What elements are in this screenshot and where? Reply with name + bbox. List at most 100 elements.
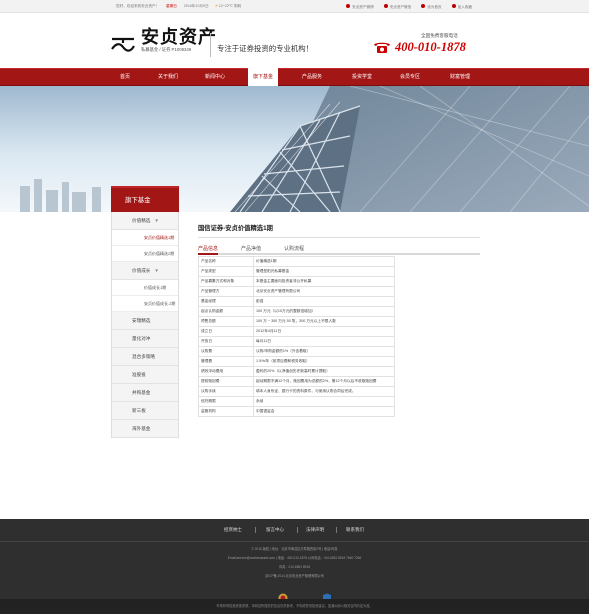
footer-link-legal[interactable]: 法律声明 [300, 523, 330, 537]
table-row: 绩效浮动费用 盈利的20%（以净值创历史新高时累计提取） [198, 366, 395, 377]
phone-icon [374, 42, 390, 53]
table-cell-value: 100 万元（以10万元的整数倍增加） [253, 306, 395, 317]
weekday-text: 星期日 [166, 4, 177, 8]
sidebar-item-multi-strategy[interactable]: 混合多策略 [112, 348, 178, 366]
table-cell-key: 预售总额 [198, 316, 254, 327]
set-homepage-link[interactable]: 设为首页 [421, 4, 442, 9]
table-cell-key: 绩效浮动费用 [198, 366, 254, 377]
disclaimer: 市场有风险投资需谨慎，本网站所提供的信息仅供参考，不构成任何投资建议，如遇纠纷以… [0, 599, 589, 614]
table-cell-key: 产品类型 [198, 266, 254, 277]
product-tabs: 产品信息 产品净值 认购流程 [198, 244, 480, 255]
table-row: 产品名称 价值精选1期 [198, 256, 395, 267]
footer-separator [336, 527, 337, 533]
table-row: 认购手续 填本人身份证、银行卡的资料原件，与使用认购合同后完成。 [198, 386, 395, 397]
table-cell-value: 起动期限不满12个月，赎回费用为总额的2%，第12个月以后不收取赎回费 [253, 376, 395, 387]
sidebar-item-neeq[interactable]: 新三板 [112, 402, 178, 420]
nav-funds[interactable]: 旗下基金 [248, 68, 278, 87]
wechat-link[interactable]: 安贞资产微信 [383, 4, 411, 9]
banner-image [0, 86, 589, 212]
table-cell-key: 管理费 [198, 356, 254, 367]
tab-product-nav[interactable]: 产品净值 [241, 244, 261, 255]
weibo-link[interactable]: 安贞资产微博 [346, 4, 374, 9]
footer-info: © 2016 版权 | 地址：北京市海淀区万寿路西街2号 | 电话/传真 Ema… [0, 541, 589, 581]
table-cell-key: 产品管理方 [198, 286, 254, 297]
chevron-down-icon: ▼ [154, 218, 159, 223]
table-cell-key: 信托期限 [198, 396, 254, 407]
page-title: 国信证券-安贞价值精选1期 [198, 223, 480, 238]
sidebar-title: 旗下基金 [111, 186, 179, 212]
architecture-illustration [0, 86, 589, 212]
table-cell-value: 本基金主要面向投资者非公开私募 [253, 276, 395, 287]
logo-subtitle: 私募基金 / 证券 P1009349 [141, 47, 192, 52]
table-row: 监管机构 中国银监会 [198, 406, 395, 417]
table-cell-value: 价值精选1期 [253, 256, 395, 267]
table-cell-key: 监管机构 [198, 406, 254, 417]
table-cell-key: 基金经理 [198, 296, 254, 307]
sidebar-item-mna[interactable]: 并购基金 [112, 384, 178, 402]
table-cell-key: 产品名称 [198, 256, 254, 267]
main-nav: 首页 关于我们 新闻中心 旗下基金 产品服务 投资学堂 会员专区 财富管理 [0, 68, 589, 87]
table-cell-key: 成立日 [198, 326, 254, 337]
footer-info-line: © 2016 版权 | 地址：北京市海淀区万寿路西街2号 | 电话/传真 [251, 547, 338, 551]
star-icon [451, 4, 456, 8]
nav-academy[interactable]: 投资学堂 [342, 69, 382, 86]
sidebar-sub-value-growth-2[interactable]: 安贞价值成长.2期 [112, 296, 178, 312]
footer-link-contact[interactable]: 联系我们 [340, 523, 370, 537]
sidebar-item-quant[interactable]: 量化对冲 [112, 330, 178, 348]
table-cell-value: 1.5%/年（依项目费和税务收取） [253, 356, 395, 367]
table-cell-value: 永续 [253, 396, 395, 407]
table-row: 管理费 1.5%/年（依项目费和税务收取） [198, 356, 395, 367]
footer-separator [255, 527, 256, 533]
table-row: 产品管理方 北京安贞资产管理有限公司 [198, 286, 395, 297]
table-cell-key: 认购手续 [198, 386, 254, 397]
logo-divider [210, 33, 211, 57]
table-row: 起点认购金额 100 万元（以10万元的整数倍增加） [198, 306, 395, 317]
hotline-label: 全国免费客服电话 [421, 33, 458, 38]
home-icon [421, 4, 426, 8]
sidebar-item-overseas[interactable]: 海外基金 [112, 420, 178, 438]
tab-subscribe-process[interactable]: 认购流程 [284, 244, 304, 255]
nav-wealth[interactable]: 财富管理 [440, 69, 480, 86]
sidebar-sub-value-growth-1[interactable]: 价值成长1期 [112, 280, 178, 296]
table-row: 产品类型 管理型阳光私募基金 [198, 266, 395, 277]
logo-icon[interactable] [110, 31, 136, 57]
add-favorite-link[interactable]: 加入收藏 [451, 4, 472, 9]
footer-info-line: Email:service@anzhenasset.com | 电话：400-0… [227, 556, 362, 560]
footer-link-messages[interactable]: 留言中心 [260, 523, 290, 537]
table-cell-value: 北京安贞资产管理有限公司 [253, 286, 395, 297]
tab-product-info[interactable]: 产品信息 [198, 244, 219, 255]
nav-products[interactable]: 产品服务 [292, 69, 332, 86]
hotline-number: 400-010-1878 [395, 40, 466, 54]
topbar-links: 安贞资产微博 安贞资产微信 设为首页 加入收藏 [337, 4, 472, 10]
sidebar-item-anrui[interactable]: 安瑞精选 [112, 312, 178, 330]
weibo-icon [346, 4, 351, 8]
footer-nav: 招贤纳士 留言中心 法律声明 联系我们 [0, 523, 589, 537]
footer-info-line: 传真：010-6851 8918 [278, 565, 310, 569]
nav-about[interactable]: 关于我们 [150, 69, 186, 86]
nav-members[interactable]: 会员专区 [390, 69, 430, 86]
table-row: 信托期限 永续 [198, 396, 395, 407]
sidebar-sub-value-select-1[interactable]: 安贞价值精选1期 [112, 230, 178, 246]
date-text: 2016年10月9日 [183, 4, 209, 8]
table-cell-value: 彭强 [253, 296, 395, 307]
nav-home[interactable]: 首页 [110, 69, 140, 86]
table-row: 产品募集方式和对象 本基金主要面向投资者非公开私募 [198, 276, 395, 287]
wechat-icon [383, 4, 388, 8]
nav-news[interactable]: 新闻中心 [196, 69, 234, 86]
table-cell-value: 2012年4月11日 [253, 326, 395, 337]
sidebar-list: 价值精选 ▼ 安贞价值精选1期 安贞价值精选2期 价值成长 ▼ 价值成长1期 安贞价… [111, 212, 179, 438]
table-cell-key: 起点认购金额 [198, 306, 254, 317]
table-row: 基金经理 彭强 [198, 296, 395, 307]
sidebar-item-value-growth[interactable]: 价值成长 ▼ [112, 262, 178, 280]
table-row: 认购费 认购/申购金额的1%（外含着取） [198, 346, 395, 357]
table-cell-value: 中国银监会 [253, 406, 395, 417]
table-row: 提前赎回费 起动期限不满12个月，赎回费用为总额的2%，第12个月以后不收取赎回费 [198, 376, 395, 387]
sidebar-item-value-select[interactable]: 价值精选 ▼ [112, 212, 178, 230]
sidebar-item-quasi-equity[interactable]: 准股投 [112, 366, 178, 384]
footer-link-careers[interactable]: 招贤纳士 [218, 523, 248, 537]
weather-icon: ☀ [214, 4, 218, 8]
logo-text[interactable]: 安贞资产 [141, 23, 217, 49]
welcome-text: 您好，欢迎来到安贞资产！ [116, 4, 160, 8]
sidebar-sub-value-select-2[interactable]: 安贞价值精选2期 [112, 246, 178, 262]
slogan: 专注于证券投资的专业机构！ [217, 44, 314, 53]
